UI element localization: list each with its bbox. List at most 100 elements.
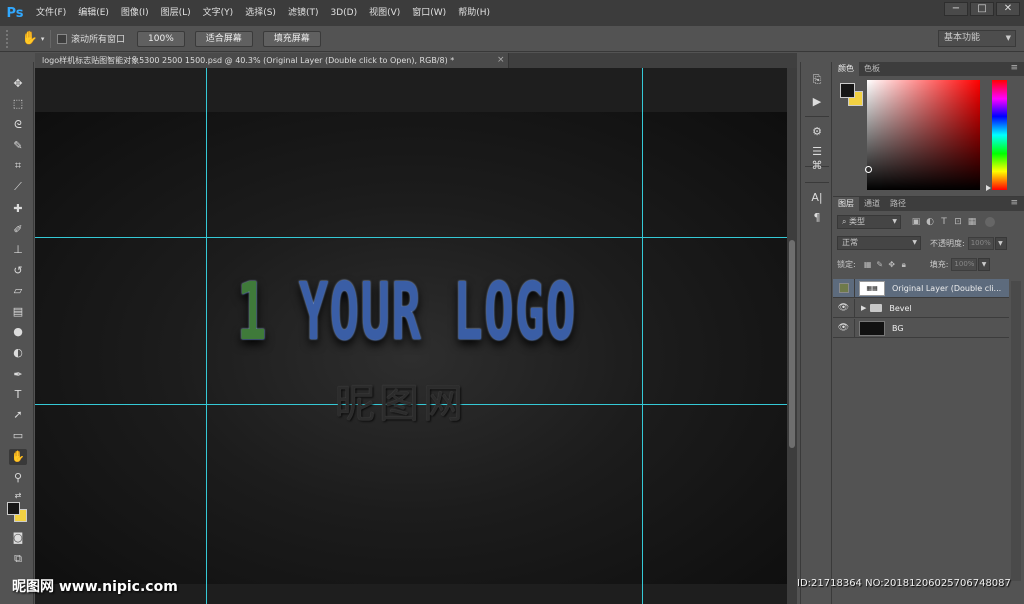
adjustments-panel-icon[interactable]: ⚙ <box>809 124 825 140</box>
shape-filter-icon[interactable]: ⊡ <box>951 217 965 227</box>
menu-filter[interactable]: 滤镜(T) <box>282 0 325 26</box>
eraser-tool-icon[interactable]: ▱ <box>9 283 27 299</box>
menu-help[interactable]: 帮助(H) <box>452 0 496 26</box>
history-panel-icon[interactable]: ⎘ <box>809 72 825 88</box>
blur-tool-icon[interactable]: ● <box>9 324 27 340</box>
guide-horizontal[interactable] <box>35 237 787 238</box>
fit-screen-button[interactable]: 适合屏幕 <box>194 30 253 47</box>
scroll-all-windows-checkbox[interactable] <box>57 33 67 44</box>
tab-paths[interactable]: 路径 <box>885 197 911 211</box>
visibility-toggle[interactable] <box>833 278 855 298</box>
layer-row-original-layer[interactable]: ▦▦ Original Layer (Double cli... <box>833 278 1009 298</box>
menu-window[interactable]: 窗口(W) <box>406 0 452 26</box>
menu-3d[interactable]: 3D(D) <box>324 0 363 26</box>
quick-select-tool-icon[interactable]: ✎ <box>9 138 27 154</box>
quick-mask-icon[interactable]: ◙ <box>9 530 27 546</box>
path-select-tool-icon[interactable]: ➚ <box>9 407 27 423</box>
type-filter-icon[interactable]: T <box>937 217 951 227</box>
guide-vertical[interactable] <box>642 68 643 604</box>
tab-swatches[interactable]: 色板 <box>859 62 885 76</box>
layers-scrollbar[interactable] <box>1011 281 1021 581</box>
blend-mode-select[interactable]: 正常 ▼ <box>837 236 921 250</box>
maximize-button[interactable]: □ <box>970 2 994 16</box>
folder-icon <box>870 304 883 312</box>
foreground-color-swatch[interactable] <box>7 502 20 515</box>
panel-menu-icon[interactable]: ≡ <box>1010 198 1018 208</box>
layer-filter-value: 类型 <box>849 217 866 226</box>
foreground-color-swatch[interactable] <box>840 83 855 98</box>
character-panel-icon[interactable]: A| <box>809 190 825 206</box>
screen-mode-icon[interactable]: ⧉ <box>9 551 27 567</box>
opacity-dropdown[interactable]: ▼ <box>994 236 1007 250</box>
smart-object-filter-icon[interactable]: ▦ <box>965 217 979 227</box>
color-picker-cursor[interactable] <box>865 166 872 173</box>
lock-transparent-icon[interactable]: ▦ <box>862 260 874 269</box>
zoom-100-button[interactable]: 100% <box>137 30 185 47</box>
filter-toggle-icon[interactable] <box>985 217 995 227</box>
pen-tool-icon[interactable]: ✒ <box>9 367 27 383</box>
menu-layer[interactable]: 图层(L) <box>155 0 197 26</box>
fill-screen-button[interactable]: 填充屏幕 <box>262 30 321 47</box>
rectangle-tool-icon[interactable]: ▭ <box>9 428 27 444</box>
layer-filter-select[interactable]: ⌕ 类型 ▼ <box>837 215 901 229</box>
opacity-field[interactable]: 100% <box>967 236 994 250</box>
menu-select[interactable]: 选择(S) <box>239 0 282 26</box>
crop-tool-icon[interactable]: ⌗ <box>9 158 27 174</box>
actions-panel-icon[interactable]: ▶ <box>809 94 825 110</box>
lock-position-icon[interactable]: ✥ <box>886 260 898 269</box>
hand-tool-icon[interactable]: ✋ <box>9 449 27 465</box>
minimize-button[interactable]: − <box>944 2 968 16</box>
logo-digit: 1 <box>237 265 268 359</box>
document-tab[interactable]: logo样机标志贴图智能对象5300 2500 1500.psd @ 40.3%… <box>35 53 509 68</box>
healing-brush-tool-icon[interactable]: ✚ <box>9 201 27 217</box>
tab-layers[interactable]: 图层 <box>833 197 859 211</box>
fill-field[interactable]: 100% <box>951 258 978 271</box>
lock-fill-row: 锁定: ▦ ✎ ✥ 🔒︎ 填充: 100% ▼ <box>837 258 1020 271</box>
brush-preset-panel-icon[interactable]: ⌘ <box>809 158 825 174</box>
hue-slider[interactable] <box>992 80 1007 190</box>
history-brush-tool-icon[interactable]: ↺ <box>9 263 27 279</box>
layer-row-bevel[interactable]: 👁︎ ▶ Bevel <box>833 298 1009 318</box>
eyedropper-tool-icon[interactable]: ⟋ <box>9 179 27 195</box>
visibility-toggle[interactable]: 👁︎ <box>833 298 855 318</box>
menu-edit[interactable]: 编辑(E) <box>72 0 115 26</box>
menu-view[interactable]: 视图(V) <box>363 0 406 26</box>
close-window-button[interactable]: ✕ <box>996 2 1020 16</box>
brush-tool-icon[interactable]: ✐ <box>9 222 27 238</box>
move-tool-icon[interactable]: ✥ <box>9 76 27 92</box>
adjustment-filter-icon[interactable]: ◐ <box>923 217 937 227</box>
tab-color[interactable]: 颜色 <box>833 62 859 76</box>
gradient-tool-icon[interactable]: ▤ <box>9 304 27 320</box>
color-picker-field[interactable] <box>867 80 980 190</box>
tab-channels[interactable]: 通道 <box>859 197 885 211</box>
visibility-toggle[interactable]: 👁︎ <box>833 318 855 338</box>
hue-slider-handle[interactable] <box>986 185 991 191</box>
menu-type[interactable]: 文字(Y) <box>197 0 240 26</box>
fill-dropdown[interactable]: ▼ <box>978 258 991 271</box>
panel-menu-icon[interactable]: ≡ <box>1010 63 1018 73</box>
type-tool-icon[interactable]: T <box>9 387 27 403</box>
scrollbar-thumb[interactable] <box>789 240 795 448</box>
guide-vertical[interactable] <box>206 68 207 604</box>
canvas-scrollbar[interactable] <box>787 68 797 604</box>
zoom-tool-icon[interactable]: ⚲ <box>9 470 27 486</box>
lock-pixels-icon[interactable]: ✎ <box>874 260 886 269</box>
expand-group-icon[interactable]: ▶ <box>861 304 866 312</box>
hand-icon[interactable]: ✋ ▾ <box>20 29 46 49</box>
menu-image[interactable]: 图像(I) <box>115 0 155 26</box>
workspace-select[interactable]: 基本功能 ▼ <box>938 30 1016 47</box>
marquee-tool-icon[interactable]: ⬚ <box>9 96 27 112</box>
canvas-area[interactable]: 1 YOUR LOGO 昵图网 <box>35 68 787 604</box>
close-document-icon[interactable]: × <box>497 53 505 68</box>
blend-opacity-row: 正常 ▼ 不透明度: 100% ▼ <box>837 236 1020 250</box>
menu-file[interactable]: 文件(F) <box>30 0 72 26</box>
paragraph-panel-icon[interactable]: ¶ <box>809 210 825 226</box>
dodge-tool-icon[interactable]: ◐ <box>9 345 27 361</box>
lock-all-icon[interactable]: 🔒︎ <box>898 260 910 270</box>
layer-row-bg[interactable]: 👁︎ BG <box>833 318 1009 338</box>
chevron-down-icon: ▼ <box>912 239 917 246</box>
pixel-filter-icon[interactable]: ▣ <box>909 217 923 227</box>
options-grip[interactable] <box>6 29 12 48</box>
lasso-tool-icon[interactable]: ᘓ <box>9 117 27 133</box>
clone-stamp-tool-icon[interactable]: ⊥ <box>9 242 27 258</box>
